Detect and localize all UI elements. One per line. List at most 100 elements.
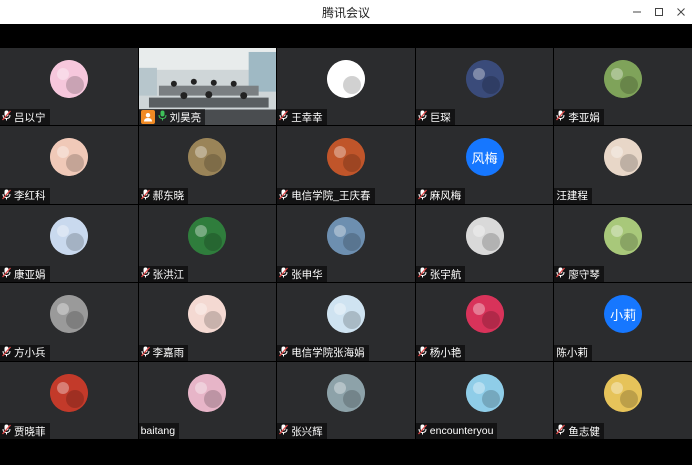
participant-tile[interactable]: 小莉陈小莉 [554,283,692,361]
participant-tile[interactable]: 李嘉雨 [138,283,277,361]
participant-tile[interactable]: 张申华 [277,204,415,283]
participant-nameplate: 李红科 [0,187,50,204]
participant-tile[interactable]: 张兴辉 [277,361,415,439]
avatar [49,373,88,412]
smile-ball-icon [604,373,643,412]
avatar: 风梅 [465,138,504,177]
participant-nameplate: 张兴辉 [277,423,327,439]
participant-name: 郝东晓 [152,190,185,203]
title-bar: 腾讯会议 [0,0,692,24]
mic-muted-icon [2,424,14,438]
mic-muted-icon [140,189,153,203]
avatar [326,216,365,255]
mickey-icon [49,373,88,412]
participant-name: 张洪江 [152,268,185,281]
participant-tile[interactable]: 汪建程 [554,126,692,204]
sunset-icon [465,59,504,98]
avatar [604,216,643,255]
avatar-initials: 小莉 [610,307,637,323]
mic-muted-icon [2,189,14,203]
participant-tile[interactable]: 方小兵 [0,283,138,361]
minimize-icon[interactable] [626,0,648,24]
participant-nameplate: 杨小艳 [415,344,466,361]
close-icon[interactable] [670,0,692,24]
participant-tile[interactable]: 鱼志健 [554,361,692,439]
participant-tile[interactable]: 郝东晓 [138,126,277,204]
participant-tile[interactable]: 李红科 [0,126,138,204]
participant-nameplate: 鱼志健 [554,423,604,439]
participant-nameplate: 贾晓菲 [0,423,50,439]
avatar: 小莉 [604,295,643,334]
rose-icon [465,295,504,334]
mic-muted-icon [417,267,430,281]
participant-tile[interactable]: 李亚娟 [554,48,692,126]
girl-drawing-icon [326,295,365,334]
avatar [465,295,504,334]
participant-name: 张兴辉 [291,425,323,438]
mic-muted-icon [279,267,291,281]
mic-muted-icon [140,346,153,360]
participant-nameplate: 张宇航 [415,266,466,283]
participant-tile[interactable]: 刘昊亮 [138,48,277,126]
participant-name: 康亚娟 [14,268,46,281]
avatar [188,295,227,334]
participant-tile[interactable]: 电信学院张海娟 [277,283,415,361]
avatar [326,59,365,98]
participant-nameplate: 汪建程 [554,187,592,204]
participant-name: 吕以宁 [14,111,46,124]
participant-tile[interactable]: 廖守琴 [554,204,692,283]
mic-muted-icon [279,424,291,438]
group-icon [49,295,88,334]
participant-nameplate: baitang [138,423,180,439]
mic-muted-icon [556,424,568,438]
participant-nameplate: 郝东晓 [138,187,189,204]
participant-tile[interactable]: 杨小艳 [415,283,554,361]
participant-name: 巨琛 [429,111,451,124]
participant-tile[interactable]: 王幸幸 [277,48,415,126]
avatar [49,295,88,334]
meeting-bottom-bar [0,439,692,465]
mic-muted-icon [417,346,430,360]
window-title: 腾讯会议 [321,5,370,20]
avatar-initials: 风梅 [471,150,498,166]
avatar [465,373,504,412]
participant-nameplate: 方小兵 [0,344,50,361]
avatar [188,138,227,177]
mic-muted-icon [556,267,568,281]
maximize-icon[interactable] [648,0,670,24]
participant-tile[interactable]: 巨琛 [415,48,554,126]
participant-tile[interactable]: 风梅麻风梅 [415,126,554,204]
mic-muted-icon [417,189,430,203]
avatar [465,216,504,255]
mic-muted-icon [556,110,568,124]
participant-name: 汪建程 [556,190,588,203]
participant-tile[interactable]: 张洪江 [138,204,277,283]
child-icon [604,216,643,255]
tree-icon [188,138,227,177]
mermaid-icon [188,295,227,334]
participant-name: 陈小莉 [556,347,588,360]
participant-tile[interactable]: 吕以宁 [0,48,138,126]
participant-grid: 吕以宁 刘昊亮 王幸幸 巨琛 李亚娟 李红科 郝东晓 电信学院_王庆春 风梅 麻风梅 汪建程 康亚娟张… [0,48,692,439]
participant-name: 贾晓菲 [14,425,46,438]
participant-name: 张申华 [291,268,323,281]
participant-tile[interactable]: 电信学院_王庆春 [277,126,415,204]
participant-tile[interactable]: 康亚娟 [0,204,138,283]
avatar [604,138,643,177]
participant-nameplate: 张洪江 [138,266,189,283]
participant-tile[interactable]: encounteryou [415,361,554,439]
baby-icon [49,138,88,177]
mic-muted-icon [279,346,291,360]
participant-nameplate: 巨琛 [415,109,455,126]
anime-girl-icon [49,59,88,98]
sunglasses-icon [604,138,643,177]
participant-name: 王幸幸 [291,111,323,124]
participant-tile[interactable]: 贾晓菲 [0,361,138,439]
participant-nameplate: 李嘉雨 [138,344,189,361]
participant-nameplate: 张申华 [277,266,327,283]
avatar [188,216,227,255]
participant-tile[interactable]: baitang [138,361,277,439]
participant-tile[interactable]: 张宇航 [415,204,554,283]
participant-name: 李嘉雨 [152,347,185,360]
participant-nameplate: 麻风梅 [415,187,466,204]
